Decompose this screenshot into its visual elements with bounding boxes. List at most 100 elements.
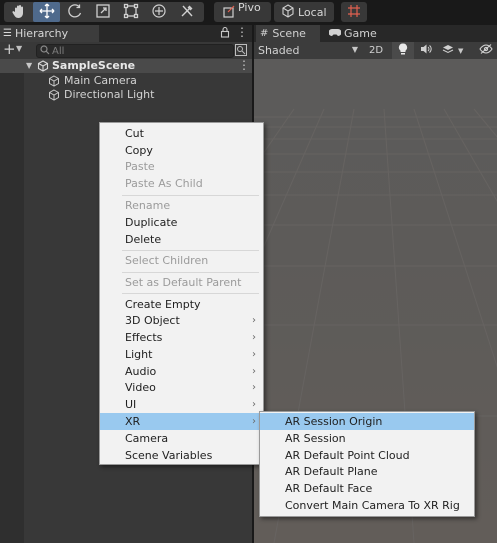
effects-toggle-button[interactable]: ▼ (438, 42, 470, 59)
menu-item-audio[interactable]: Audio › (100, 363, 263, 380)
menu-item-label: Video (125, 381, 156, 394)
menu-item-cut[interactable]: Cut (100, 125, 263, 142)
panel-menu-icon[interactable]: ⋮ (236, 25, 248, 39)
menu-item-scene-variables[interactable]: Scene Variables (100, 447, 263, 464)
pivot-label: Pivo (238, 1, 261, 14)
menu-item-ar-default-face[interactable]: AR Default Face (260, 480, 474, 497)
move-tool-button[interactable] (33, 2, 60, 22)
lighting-toggle-button[interactable] (392, 42, 414, 59)
menu-item-select-children: Select Children (100, 252, 263, 269)
menu-item-label: Create Empty (125, 298, 201, 311)
local-label: Local (298, 5, 327, 19)
hand-tool-button[interactable] (6, 2, 32, 22)
custom-tool-button[interactable] (173, 2, 200, 22)
chevron-right-icon: › (252, 349, 256, 360)
menu-item-3d-object[interactable]: 3D Object › (100, 312, 263, 329)
menu-item-label: AR Default Point Cloud (285, 449, 410, 462)
move-icon (39, 3, 55, 22)
scene-menu-icon[interactable]: ⋮ (238, 58, 250, 72)
transform-tool-button[interactable] (145, 2, 172, 22)
hierarchy-item-label: Main Camera (64, 74, 137, 87)
menu-item-light[interactable]: Light › (100, 346, 263, 363)
chevron-right-icon: › (252, 366, 256, 377)
menu-item-camera[interactable]: Camera (100, 430, 263, 447)
chevron-right-icon: › (252, 315, 256, 326)
menu-item-label: Scene Variables (125, 449, 213, 462)
menu-item-ar-default-plane[interactable]: AR Default Plane (260, 463, 474, 480)
layers-icon (442, 44, 454, 58)
menu-item-label: Delete (125, 233, 162, 246)
local-toggle[interactable]: Local (274, 2, 334, 22)
scene-grid-icon: # (260, 28, 269, 39)
tab-game-label: Game (344, 27, 377, 40)
menu-item-ar-session-origin[interactable]: AR Session Origin (260, 413, 474, 430)
menu-separator (122, 293, 259, 294)
hierarchy-tab-label: Hierarchy (14, 27, 69, 40)
gamepad-icon (328, 27, 342, 40)
rotate-tool-button[interactable] (61, 2, 88, 22)
grid-snap-icon (347, 4, 361, 21)
chevron-down-icon: ▼ (458, 46, 464, 55)
menu-item-rename: Rename (100, 197, 263, 214)
menu-item-create-empty[interactable]: Create Empty (100, 296, 263, 313)
hand-icon (11, 3, 27, 22)
menu-item-label: Select Children (125, 254, 209, 267)
menu-item-label: AR Session (285, 432, 346, 445)
menu-item-ui[interactable]: UI › (100, 396, 263, 413)
grid-snap-button[interactable] (341, 2, 367, 22)
scale-tool-button[interactable] (89, 2, 116, 22)
menu-item-label: AR Default Plane (285, 465, 378, 478)
2d-toggle-button[interactable]: 2D (364, 42, 388, 59)
hidden-eye-icon (478, 44, 493, 57)
chevron-right-icon: › (252, 416, 256, 427)
main-toolbar: Pivo Local (0, 0, 497, 24)
pivot-icon (222, 4, 236, 21)
rotate-icon (67, 3, 83, 22)
menu-item-label: Set as Default Parent (125, 276, 242, 289)
menu-item-convert-main-camera[interactable]: Convert Main Camera To XR Rig (260, 497, 474, 514)
menu-item-label: Duplicate (125, 216, 178, 229)
rect-icon (123, 3, 139, 22)
tab-scene[interactable]: # Scene (256, 25, 320, 42)
menu-separator (122, 250, 259, 251)
menu-item-label: Camera (125, 432, 169, 445)
custom-tool-icon (179, 3, 195, 22)
gameobject-icon (48, 89, 60, 104)
hierarchy-context-menu: Cut Copy Paste Paste As Child Rename Dup… (99, 122, 264, 465)
transform-icon (151, 3, 167, 22)
menu-item-paste: Paste (100, 158, 263, 175)
menu-item-effects[interactable]: Effects › (100, 329, 263, 346)
search-filter-icon[interactable] (235, 44, 247, 59)
menu-item-set-default-parent: Set as Default Parent (100, 274, 263, 291)
scene-icon (37, 60, 49, 75)
hierarchy-search-input[interactable]: All (36, 44, 234, 58)
menu-item-duplicate[interactable]: Duplicate (100, 214, 263, 231)
menu-item-label: Rename (125, 199, 171, 212)
chevron-down-icon[interactable]: ▼ (16, 44, 22, 53)
add-button[interactable]: + (3, 40, 16, 58)
chevron-right-icon: › (252, 332, 256, 343)
menu-item-label: Paste As Child (125, 177, 203, 190)
menu-item-copy[interactable]: Copy (100, 142, 263, 159)
menu-item-label: Copy (125, 144, 153, 157)
tab-game[interactable]: Game (326, 25, 386, 42)
pivot-toggle[interactable]: Pivo (214, 1, 271, 22)
menu-item-label: Audio (125, 365, 157, 378)
menu-item-ar-default-point-cloud[interactable]: AR Default Point Cloud (260, 447, 474, 464)
visibility-toggle-button[interactable] (474, 42, 497, 59)
chevron-right-icon: › (252, 382, 256, 393)
menu-item-paste-as-child: Paste As Child (100, 175, 263, 192)
audio-toggle-button[interactable] (416, 42, 436, 59)
expand-arrow-icon[interactable]: ▼ (26, 61, 32, 70)
menu-item-video[interactable]: Video › (100, 379, 263, 396)
menu-item-ar-session[interactable]: AR Session (260, 430, 474, 447)
menu-item-xr[interactable]: XR › (100, 413, 263, 430)
lock-icon[interactable] (220, 26, 230, 41)
rect-tool-button[interactable] (117, 2, 144, 22)
scene-row[interactable]: ▼ SampleScene ⋮ (0, 58, 252, 75)
search-placeholder: All (52, 45, 65, 57)
shading-mode-dropdown[interactable]: Shaded ▼ (256, 42, 360, 59)
menu-item-label: Paste (125, 160, 155, 173)
gameobject-icon (48, 75, 60, 90)
menu-item-delete[interactable]: Delete (100, 231, 263, 248)
